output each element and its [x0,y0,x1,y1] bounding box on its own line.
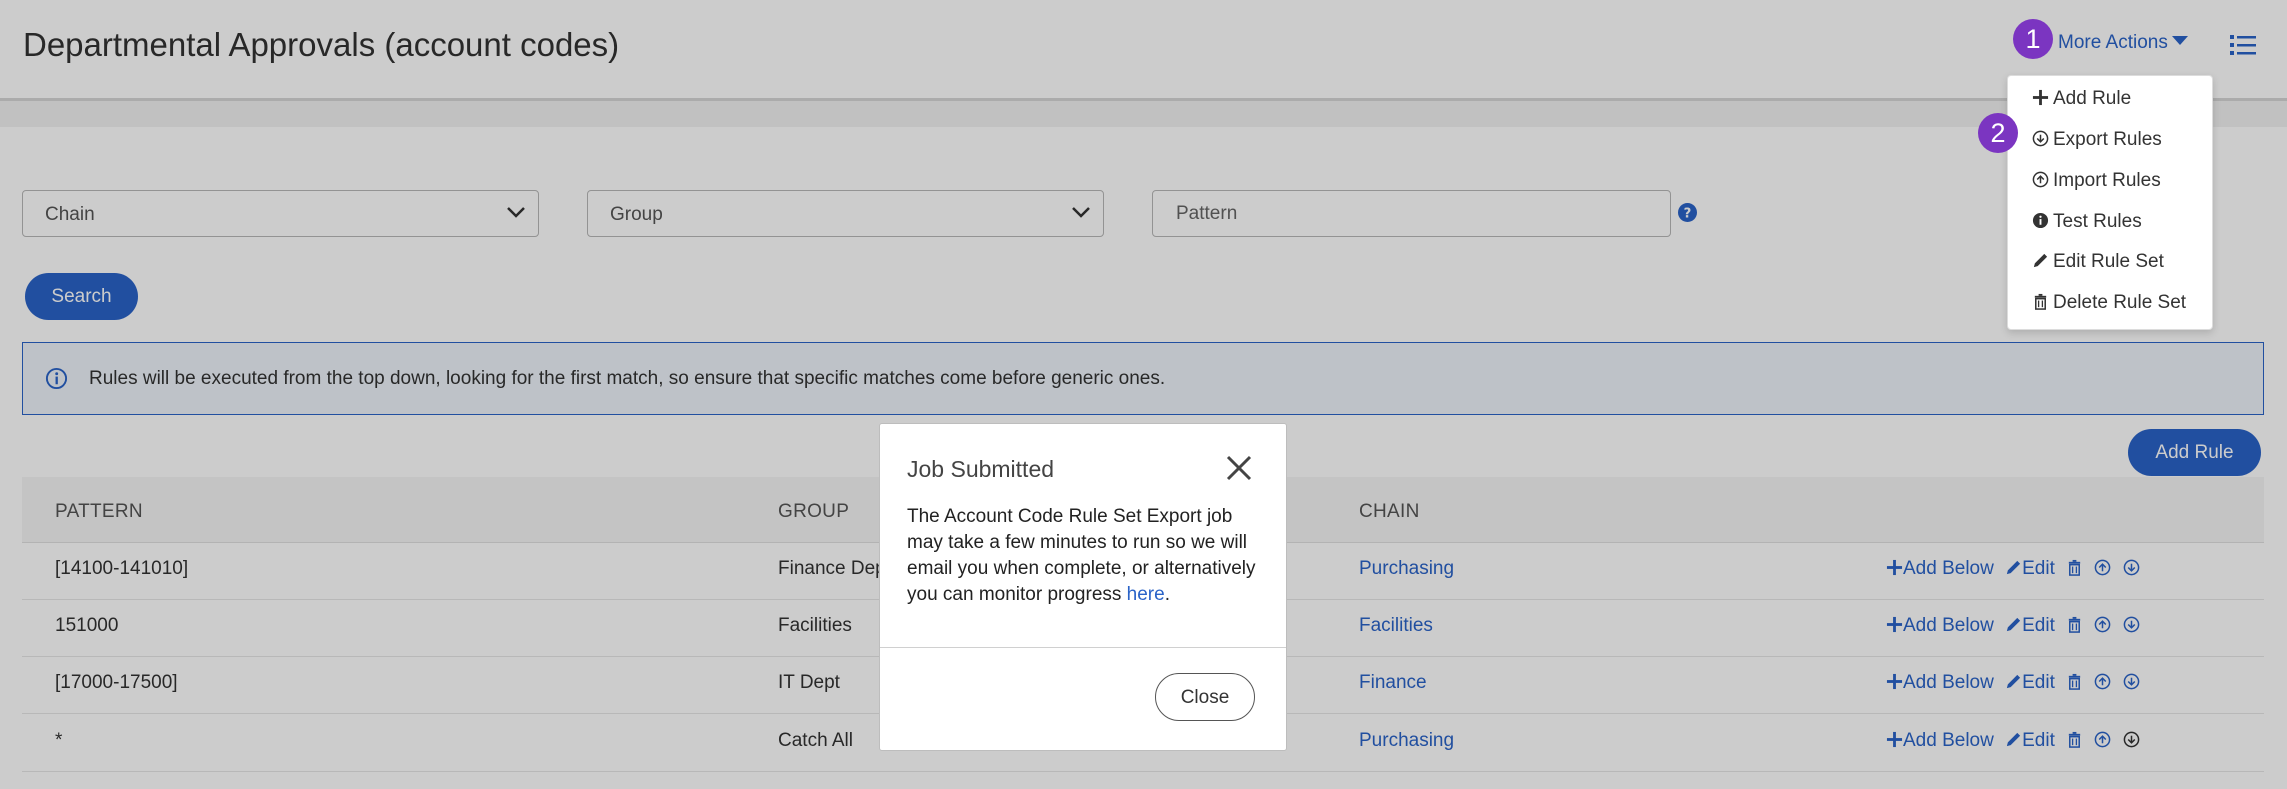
menu-item-export-rules[interactable]: Export Rules [2032,129,2162,151]
close-icon[interactable] [1225,454,1253,482]
dialog-divider [880,647,1286,648]
menu-item-label: Import Rules [2053,170,2161,191]
step-badge-2: 2 [1978,113,2018,153]
menu-item-import-rules[interactable]: Import Rules [2032,170,2161,192]
menu-item-test-rules[interactable]: Test Rules [2032,211,2142,233]
dialog-body: The Account Code Rule Set Export job may… [907,504,1267,608]
dialog-title: Job Submitted [907,456,1055,482]
menu-item-label: Delete Rule Set [2053,292,2187,313]
menu-item-label: Export Rules [2053,129,2162,150]
circle-arrow-down-icon [2032,130,2049,147]
step-badge-1: 1 [2013,19,2053,59]
job-submitted-dialog: Job Submitted The Account Code Rule Set … [879,423,1287,751]
monitor-progress-link[interactable]: here [1127,584,1165,605]
dialog-message: The Account Code Rule Set Export job may… [907,506,1256,605]
plus-icon [2032,89,2049,106]
menu-item-label: Edit Rule Set [2053,251,2164,272]
menu-item-label: Test Rules [2053,211,2142,232]
pencil-icon [2033,253,2048,268]
menu-item-add-rule[interactable]: Add Rule [2032,88,2131,110]
more-actions-menu: Add Rule Export Rules Import Rules Test … [2007,75,2213,330]
menu-item-label: Add Rule [2053,88,2132,109]
trash-icon [2034,293,2047,310]
menu-item-edit-rule-set[interactable]: Edit Rule Set [2032,251,2164,273]
circle-arrow-up-icon [2032,171,2049,188]
close-button[interactable]: Close [1155,673,1255,721]
dialog-period: . [1164,584,1170,605]
info-circle-icon [2032,212,2049,229]
menu-item-delete-rule-set[interactable]: Delete Rule Set [2032,292,2186,314]
